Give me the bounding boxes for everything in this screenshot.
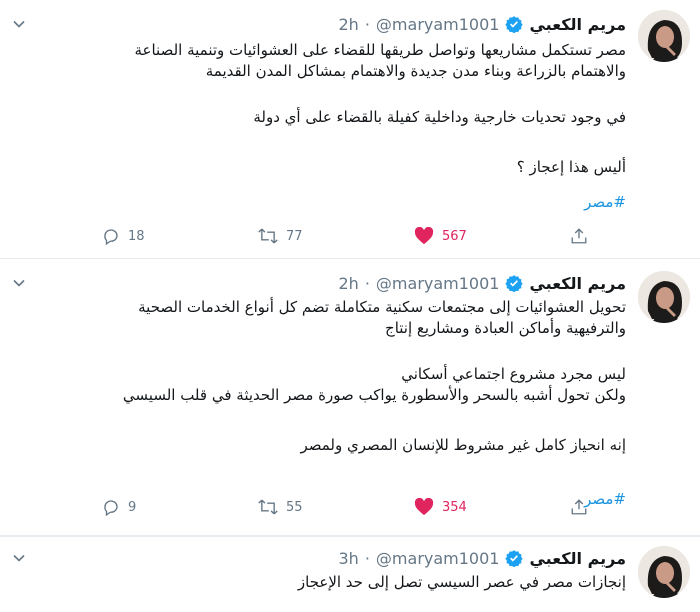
tweet-line: والاهتمام بالزراعة وبناء مدن جديدة والاه…: [205, 62, 626, 80]
verified-badge-icon: [505, 549, 524, 568]
tweet-line: إنجازات مصر في عصر السيسي تصل إلى حد الإ…: [297, 573, 626, 591]
chevron-down-icon[interactable]: [12, 550, 26, 564]
tweet-actions: 9 55 354: [0, 495, 700, 519]
avatar[interactable]: [638, 10, 690, 62]
tweet[interactable]: مريم الكعبي @maryam1001 · 3h إنجازات مصر…: [0, 535, 700, 612]
verified-badge-icon: [505, 15, 524, 34]
separator-dot: ·: [364, 548, 370, 568]
tweet-line: ليس مجرد مشروع اجتماعي أسكاني: [401, 365, 626, 383]
tweet-line: والترفيهية وأماكن العبادة ومشاريع إنتاج: [385, 319, 626, 337]
share-button[interactable]: [570, 224, 588, 248]
reply-count: 18: [128, 228, 145, 244]
retweet-button[interactable]: 77: [258, 224, 303, 248]
tweet-line: مصر تستكمل مشاريعها وتواصل طريقها للقضاء…: [134, 41, 626, 59]
display-name[interactable]: مريم الكعبي: [529, 15, 626, 34]
handle[interactable]: @maryam1001: [376, 549, 500, 568]
reply-button[interactable]: 18: [102, 224, 145, 248]
retweet-icon: [258, 499, 278, 515]
verified-badge-icon: [505, 274, 524, 293]
tweet-text: مصر تستكمل مشاريعها وتواصل طريقها للقضاء…: [26, 40, 626, 213]
tweet[interactable]: مريم الكعبي @maryam1001 · 2h تحويل العشو…: [0, 258, 700, 537]
retweet-count: 55: [286, 499, 303, 515]
like-button[interactable]: 567: [414, 224, 467, 248]
tweet-text: إنجازات مصر في عصر السيسي تصل إلى حد الإ…: [26, 572, 626, 593]
avatar[interactable]: [638, 546, 690, 598]
like-count: 567: [442, 228, 467, 244]
retweet-count: 77: [286, 228, 303, 244]
display-name[interactable]: مريم الكعبي: [529, 274, 626, 293]
tweet-line: تحويل العشوائيات إلى مجتمعات سكنية متكام…: [138, 298, 626, 316]
separator-dot: ·: [364, 14, 370, 34]
timestamp[interactable]: 2h: [339, 274, 359, 293]
reply-button[interactable]: 9: [102, 495, 136, 519]
timestamp[interactable]: 2h: [339, 15, 359, 34]
like-count: 354: [442, 499, 467, 515]
avatar[interactable]: [638, 271, 690, 323]
chevron-down-icon[interactable]: [12, 275, 26, 289]
heart-icon: [414, 498, 434, 516]
tweet-actions: 18 77 567: [0, 224, 700, 248]
handle[interactable]: @maryam1001: [376, 274, 500, 293]
heart-icon: [414, 227, 434, 245]
share-button[interactable]: [570, 495, 588, 519]
tweet-feed: مريم الكعبي @maryam1001 · 2h مصر تستكمل …: [0, 0, 700, 611]
timestamp[interactable]: 3h: [339, 549, 359, 568]
retweet-button[interactable]: 55: [258, 495, 303, 519]
tweet-line: ولكن تحول أشبه بالسحر والأسطورة يواكب صو…: [122, 386, 626, 404]
handle[interactable]: @maryam1001: [376, 15, 500, 34]
tweet-line: إنه انحياز كامل غير مشروط للإنسان المصري…: [300, 436, 626, 454]
reply-icon: [104, 229, 118, 245]
share-icon: [571, 499, 587, 515]
tweet-text: تحويل العشوائيات إلى مجتمعات سكنية متكام…: [26, 297, 626, 510]
share-icon: [571, 228, 587, 244]
display-name[interactable]: مريم الكعبي: [529, 549, 626, 568]
reply-count: 9: [128, 499, 137, 515]
tweet-line: في وجود تحديات خارجية وداخلية كفيلة بالق…: [253, 108, 626, 126]
like-button[interactable]: 354: [414, 495, 467, 519]
separator-dot: ·: [364, 273, 370, 293]
tweet[interactable]: مريم الكعبي @maryam1001 · 2h مصر تستكمل …: [0, 0, 700, 259]
reply-icon: [104, 500, 118, 516]
retweet-icon: [258, 228, 278, 244]
hashtag-link[interactable]: #مصر: [26, 192, 626, 213]
tweet-line: أليس هذا إعجاز ؟: [516, 158, 626, 176]
chevron-down-icon[interactable]: [12, 16, 26, 30]
